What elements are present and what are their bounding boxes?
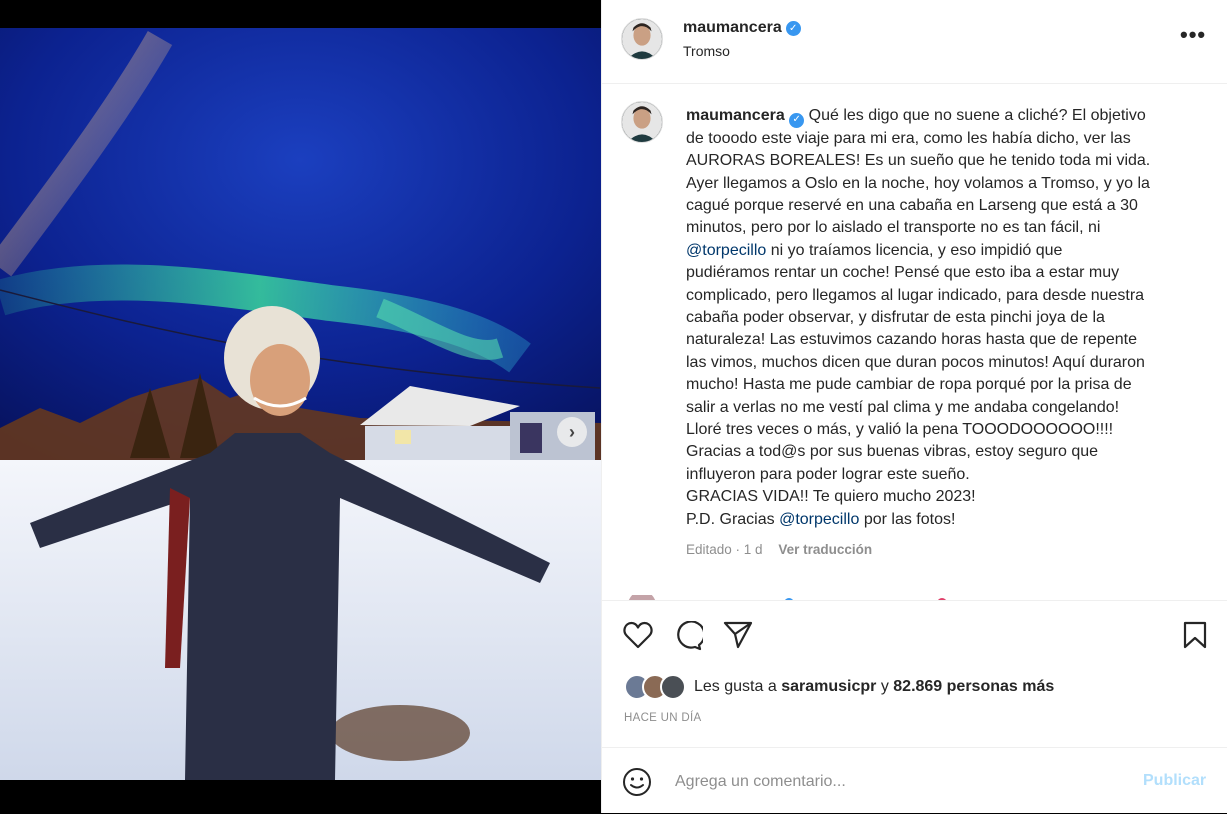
caption-line: cagué porque reservé en una cabaña en La… bbox=[686, 196, 1138, 214]
caption-line: GRACIAS VIDA!! Te quiero mucho 2023! bbox=[686, 488, 976, 506]
caption-line: las vimos, muchos dicen que duran pocos … bbox=[686, 353, 1145, 371]
likes-count-link[interactable]: 82.869 personas más bbox=[893, 678, 1054, 696]
likes-prefix: Les gusta a bbox=[694, 678, 777, 695]
caption-line: cabaña poder observar, y disfrutar de es… bbox=[686, 308, 1105, 326]
post-timestamp[interactable]: HACE UN DÍA bbox=[624, 712, 701, 724]
caption-line: Gracias a tod@s por sus buenas vibras, e… bbox=[686, 443, 1099, 461]
aurora-photo-illustration bbox=[0, 28, 601, 780]
caption-line: mucho! Hasta me pude cambiar de ropa por… bbox=[686, 376, 1132, 394]
caption-line: salir a verlas no me vestí pal clima y m… bbox=[686, 398, 1120, 416]
comment-input[interactable] bbox=[673, 769, 1127, 795]
more-options-icon[interactable]: ••• bbox=[1180, 22, 1206, 48]
see-translation-link[interactable]: Ver traducción bbox=[778, 542, 872, 557]
action-bar bbox=[602, 600, 1227, 661]
comments-section: maumancera ✓ Qué les digo que no suene a… bbox=[602, 84, 1227, 600]
post-photo: › bbox=[0, 28, 601, 780]
caption-line: complicado, pero llegamos al lugar indic… bbox=[686, 286, 1145, 304]
post-panel: maumancera ✓ Tromso ••• maumancera ✓ Qué… bbox=[601, 0, 1227, 813]
caption-line: Ayer llegamos a Oslo en la noche, hoy vo… bbox=[686, 174, 1150, 192]
caption-line: naturaleza! Las estuvimos cazando horas … bbox=[686, 331, 1137, 349]
mention-link[interactable]: @torpecillo bbox=[779, 511, 859, 528]
caption-line: AURORAS BOREALES! Es un sueño que he ten… bbox=[686, 152, 1151, 170]
verified-badge-icon: ✓ bbox=[789, 112, 805, 128]
carousel-next-button[interactable]: › bbox=[557, 417, 587, 447]
chevron-right-icon: › bbox=[569, 421, 575, 442]
comment-bubble-icon[interactable] bbox=[673, 620, 706, 656]
caption-line: minutos, pero por lo aislado el transpor… bbox=[686, 219, 1101, 237]
post-header: maumancera ✓ Tromso ••• bbox=[602, 0, 1227, 84]
caption-line: por las fotos! bbox=[863, 510, 956, 528]
liker-username-link[interactable]: saramusicpr bbox=[781, 678, 876, 696]
caption-line: Qué les digo que no suene a cliché? El o… bbox=[808, 107, 1146, 124]
caption-line: de tooodo este viaje para mi era, como l… bbox=[686, 129, 1131, 147]
save-bookmark-icon[interactable] bbox=[1182, 621, 1208, 654]
verified-badge-icon: ✓ bbox=[785, 20, 801, 36]
likes-summary: Les gusta a saramusicpr y 82.869 persona… bbox=[624, 674, 1054, 700]
caption-avatar[interactable] bbox=[621, 101, 663, 143]
caption-username[interactable]: maumancera bbox=[686, 107, 785, 124]
emoji-smiley-icon[interactable] bbox=[622, 767, 652, 802]
post-caption: maumancera ✓ Qué les digo que no suene a… bbox=[686, 105, 1191, 531]
publish-button[interactable]: Publicar bbox=[1143, 772, 1206, 790]
caption-line: influyeron para poder lograr este sueño. bbox=[686, 465, 970, 483]
comment-composer: Publicar bbox=[602, 747, 1227, 814]
edited-timestamp: Editado · 1 d bbox=[686, 542, 763, 557]
avatar bbox=[660, 674, 686, 700]
mention-link[interactable]: @torpecillo bbox=[686, 242, 766, 259]
caption-meta: Editado · 1 d Ver traducción bbox=[686, 542, 872, 557]
likes-joiner: y bbox=[880, 678, 889, 695]
avatar[interactable] bbox=[621, 18, 663, 60]
share-send-icon[interactable] bbox=[723, 621, 753, 654]
next-comment-peek bbox=[624, 592, 964, 600]
username[interactable]: maumancera bbox=[683, 19, 782, 37]
caption-line: P.D. Gracias bbox=[686, 510, 775, 528]
post-media: › bbox=[0, 0, 601, 813]
location-link[interactable]: Tromso bbox=[683, 43, 730, 59]
caption-line: pudiéramos rentar un coche! Pensé que es… bbox=[686, 264, 1120, 282]
header-username[interactable]: maumancera ✓ bbox=[683, 19, 801, 37]
caption-line: Lloré tres veces o más, y valió la pena … bbox=[686, 420, 1114, 438]
like-heart-icon[interactable] bbox=[623, 621, 653, 654]
liker-avatars[interactable] bbox=[624, 674, 686, 700]
caption-line: ni yo traíamos licencia, y eso impidió q… bbox=[770, 241, 1063, 259]
